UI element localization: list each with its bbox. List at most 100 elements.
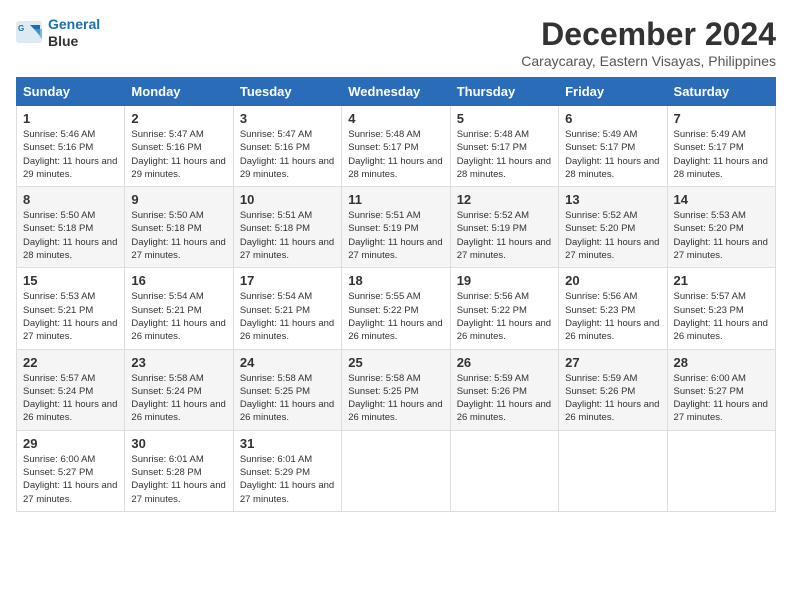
day-number: 4 [348,111,443,126]
header-monday: Monday [125,78,233,106]
calendar-cell: 20Sunrise: 5:56 AMSunset: 5:23 PMDayligh… [559,268,667,349]
day-number: 7 [674,111,769,126]
calendar-cell [559,430,667,511]
cell-info: Sunrise: 5:53 AMSunset: 5:20 PMDaylight:… [674,210,768,261]
day-number: 27 [565,355,660,370]
header-wednesday: Wednesday [342,78,450,106]
day-number: 18 [348,273,443,288]
cell-info: Sunrise: 5:57 AMSunset: 5:24 PMDaylight:… [23,373,117,424]
cell-info: Sunrise: 5:52 AMSunset: 5:19 PMDaylight:… [457,210,551,261]
calendar-cell: 7 Sunrise: 5:49 AMSunset: 5:17 PMDaylight… [667,106,775,187]
cell-info: Sunrise: 6:00 AMSunset: 5:27 PMDaylight:… [23,454,117,505]
day-number: 10 [240,192,335,207]
day-number: 29 [23,436,118,451]
cell-info: Sunrise: 6:01 AMSunset: 5:29 PMDaylight:… [240,454,334,505]
day-number: 2 [131,111,226,126]
day-number: 11 [348,192,443,207]
calendar-cell: 5 Sunrise: 5:48 AMSunset: 5:17 PMDaylight… [450,106,558,187]
day-number: 12 [457,192,552,207]
page-header: G General Blue December 2024 Caraycaray,… [16,16,776,69]
cell-info: Sunrise: 5:54 AMSunset: 5:21 PMDaylight:… [240,291,334,342]
cell-info: Sunrise: 5:55 AMSunset: 5:22 PMDaylight:… [348,291,442,342]
cell-info: Sunrise: 5:50 AMSunset: 5:18 PMDaylight:… [23,210,117,261]
day-number: 31 [240,436,335,451]
calendar-cell: 4 Sunrise: 5:48 AMSunset: 5:17 PMDaylight… [342,106,450,187]
cell-info: Sunrise: 5:48 AMSunset: 5:17 PMDaylight:… [348,129,442,180]
calendar-cell: 30 Sunrise: 6:01 AMSunset: 5:28 PMDayligh… [125,430,233,511]
calendar-cell: 28Sunrise: 6:00 AMSunset: 5:27 PMDayligh… [667,349,775,430]
day-number: 23 [131,355,226,370]
day-number: 13 [565,192,660,207]
title-block: December 2024 Caraycaray, Eastern Visaya… [521,16,776,69]
calendar-cell: 31 Sunrise: 6:01 AMSunset: 5:29 PMDayligh… [233,430,341,511]
calendar-cell: 22 Sunrise: 5:57 AMSunset: 5:24 PMDayligh… [17,349,125,430]
calendar-cell: 10 Sunrise: 5:51 AMSunset: 5:18 PMDayligh… [233,187,341,268]
calendar-header-row: SundayMondayTuesdayWednesdayThursdayFrid… [17,78,776,106]
calendar-cell: 18 Sunrise: 5:55 AMSunset: 5:22 PMDayligh… [342,268,450,349]
cell-info: Sunrise: 5:57 AMSunset: 5:23 PMDaylight:… [674,291,768,342]
cell-info: Sunrise: 5:49 AMSunset: 5:17 PMDaylight:… [674,129,768,180]
calendar-cell: 26 Sunrise: 5:59 AMSunset: 5:26 PMDayligh… [450,349,558,430]
day-number: 25 [348,355,443,370]
cell-info: Sunrise: 5:58 AMSunset: 5:24 PMDaylight:… [131,373,225,424]
calendar-cell: 12 Sunrise: 5:52 AMSunset: 5:19 PMDayligh… [450,187,558,268]
cell-info: Sunrise: 5:46 AMSunset: 5:16 PMDaylight:… [23,129,117,180]
calendar-cell [667,430,775,511]
day-number: 17 [240,273,335,288]
calendar-cell: 8Sunrise: 5:50 AMSunset: 5:18 PMDaylight… [17,187,125,268]
header-thursday: Thursday [450,78,558,106]
cell-info: Sunrise: 5:59 AMSunset: 5:26 PMDaylight:… [457,373,551,424]
day-number: 26 [457,355,552,370]
cell-info: Sunrise: 5:50 AMSunset: 5:18 PMDaylight:… [131,210,225,261]
cell-info: Sunrise: 5:53 AMSunset: 5:21 PMDaylight:… [23,291,117,342]
calendar-cell: 21 Sunrise: 5:57 AMSunset: 5:23 PMDayligh… [667,268,775,349]
cell-info: Sunrise: 6:00 AMSunset: 5:27 PMDaylight:… [674,373,768,424]
day-number: 15 [23,273,118,288]
calendar-cell [450,430,558,511]
calendar-cell: 19 Sunrise: 5:56 AMSunset: 5:22 PMDayligh… [450,268,558,349]
cell-info: Sunrise: 6:01 AMSunset: 5:28 PMDaylight:… [131,454,225,505]
calendar-cell: 9Sunrise: 5:50 AMSunset: 5:18 PMDaylight… [125,187,233,268]
calendar-cell: 17 Sunrise: 5:54 AMSunset: 5:21 PMDayligh… [233,268,341,349]
day-number: 5 [457,111,552,126]
calendar-cell: 27 Sunrise: 5:59 AMSunset: 5:26 PMDayligh… [559,349,667,430]
cell-info: Sunrise: 5:51 AMSunset: 5:18 PMDaylight:… [240,210,334,261]
calendar-week-2: 8Sunrise: 5:50 AMSunset: 5:18 PMDaylight… [17,187,776,268]
cell-info: Sunrise: 5:56 AMSunset: 5:22 PMDaylight:… [457,291,551,342]
calendar-cell: 24Sunrise: 5:58 AMSunset: 5:25 PMDayligh… [233,349,341,430]
cell-info: Sunrise: 5:47 AMSunset: 5:16 PMDaylight:… [131,129,225,180]
location: Caraycaray, Eastern Visayas, Philippines [521,53,776,69]
day-number: 3 [240,111,335,126]
cell-info: Sunrise: 5:56 AMSunset: 5:23 PMDaylight:… [565,291,659,342]
calendar-cell: 14Sunrise: 5:53 AMSunset: 5:20 PMDayligh… [667,187,775,268]
cell-info: Sunrise: 5:47 AMSunset: 5:16 PMDaylight:… [240,129,334,180]
logo: G General Blue [16,16,100,50]
day-number: 19 [457,273,552,288]
cell-info: Sunrise: 5:51 AMSunset: 5:19 PMDaylight:… [348,210,442,261]
cell-info: Sunrise: 5:48 AMSunset: 5:17 PMDaylight:… [457,129,551,180]
day-number: 22 [23,355,118,370]
cell-info: Sunrise: 5:52 AMSunset: 5:20 PMDaylight:… [565,210,659,261]
calendar-cell: 16 Sunrise: 5:54 AMSunset: 5:21 PMDayligh… [125,268,233,349]
calendar-cell: 3 Sunrise: 5:47 AMSunset: 5:16 PMDaylight… [233,106,341,187]
calendar-week-1: 1 Sunrise: 5:46 AMSunset: 5:16 PMDaylight… [17,106,776,187]
cell-info: Sunrise: 5:59 AMSunset: 5:26 PMDaylight:… [565,373,659,424]
day-number: 21 [674,273,769,288]
calendar-week-4: 22 Sunrise: 5:57 AMSunset: 5:24 PMDayligh… [17,349,776,430]
calendar-cell [342,430,450,511]
day-number: 16 [131,273,226,288]
cell-info: Sunrise: 5:49 AMSunset: 5:17 PMDaylight:… [565,129,659,180]
header-saturday: Saturday [667,78,775,106]
calendar-week-5: 29 Sunrise: 6:00 AMSunset: 5:27 PMDayligh… [17,430,776,511]
calendar-cell: 11 Sunrise: 5:51 AMSunset: 5:19 PMDayligh… [342,187,450,268]
day-number: 30 [131,436,226,451]
day-number: 6 [565,111,660,126]
header-friday: Friday [559,78,667,106]
calendar-cell: 6 Sunrise: 5:49 AMSunset: 5:17 PMDaylight… [559,106,667,187]
calendar-table: SundayMondayTuesdayWednesdayThursdayFrid… [16,77,776,512]
calendar-week-3: 15 Sunrise: 5:53 AMSunset: 5:21 PMDayligh… [17,268,776,349]
day-number: 1 [23,111,118,126]
calendar-cell: 15 Sunrise: 5:53 AMSunset: 5:21 PMDayligh… [17,268,125,349]
cell-info: Sunrise: 5:54 AMSunset: 5:21 PMDaylight:… [131,291,225,342]
logo-icon: G [16,21,44,45]
